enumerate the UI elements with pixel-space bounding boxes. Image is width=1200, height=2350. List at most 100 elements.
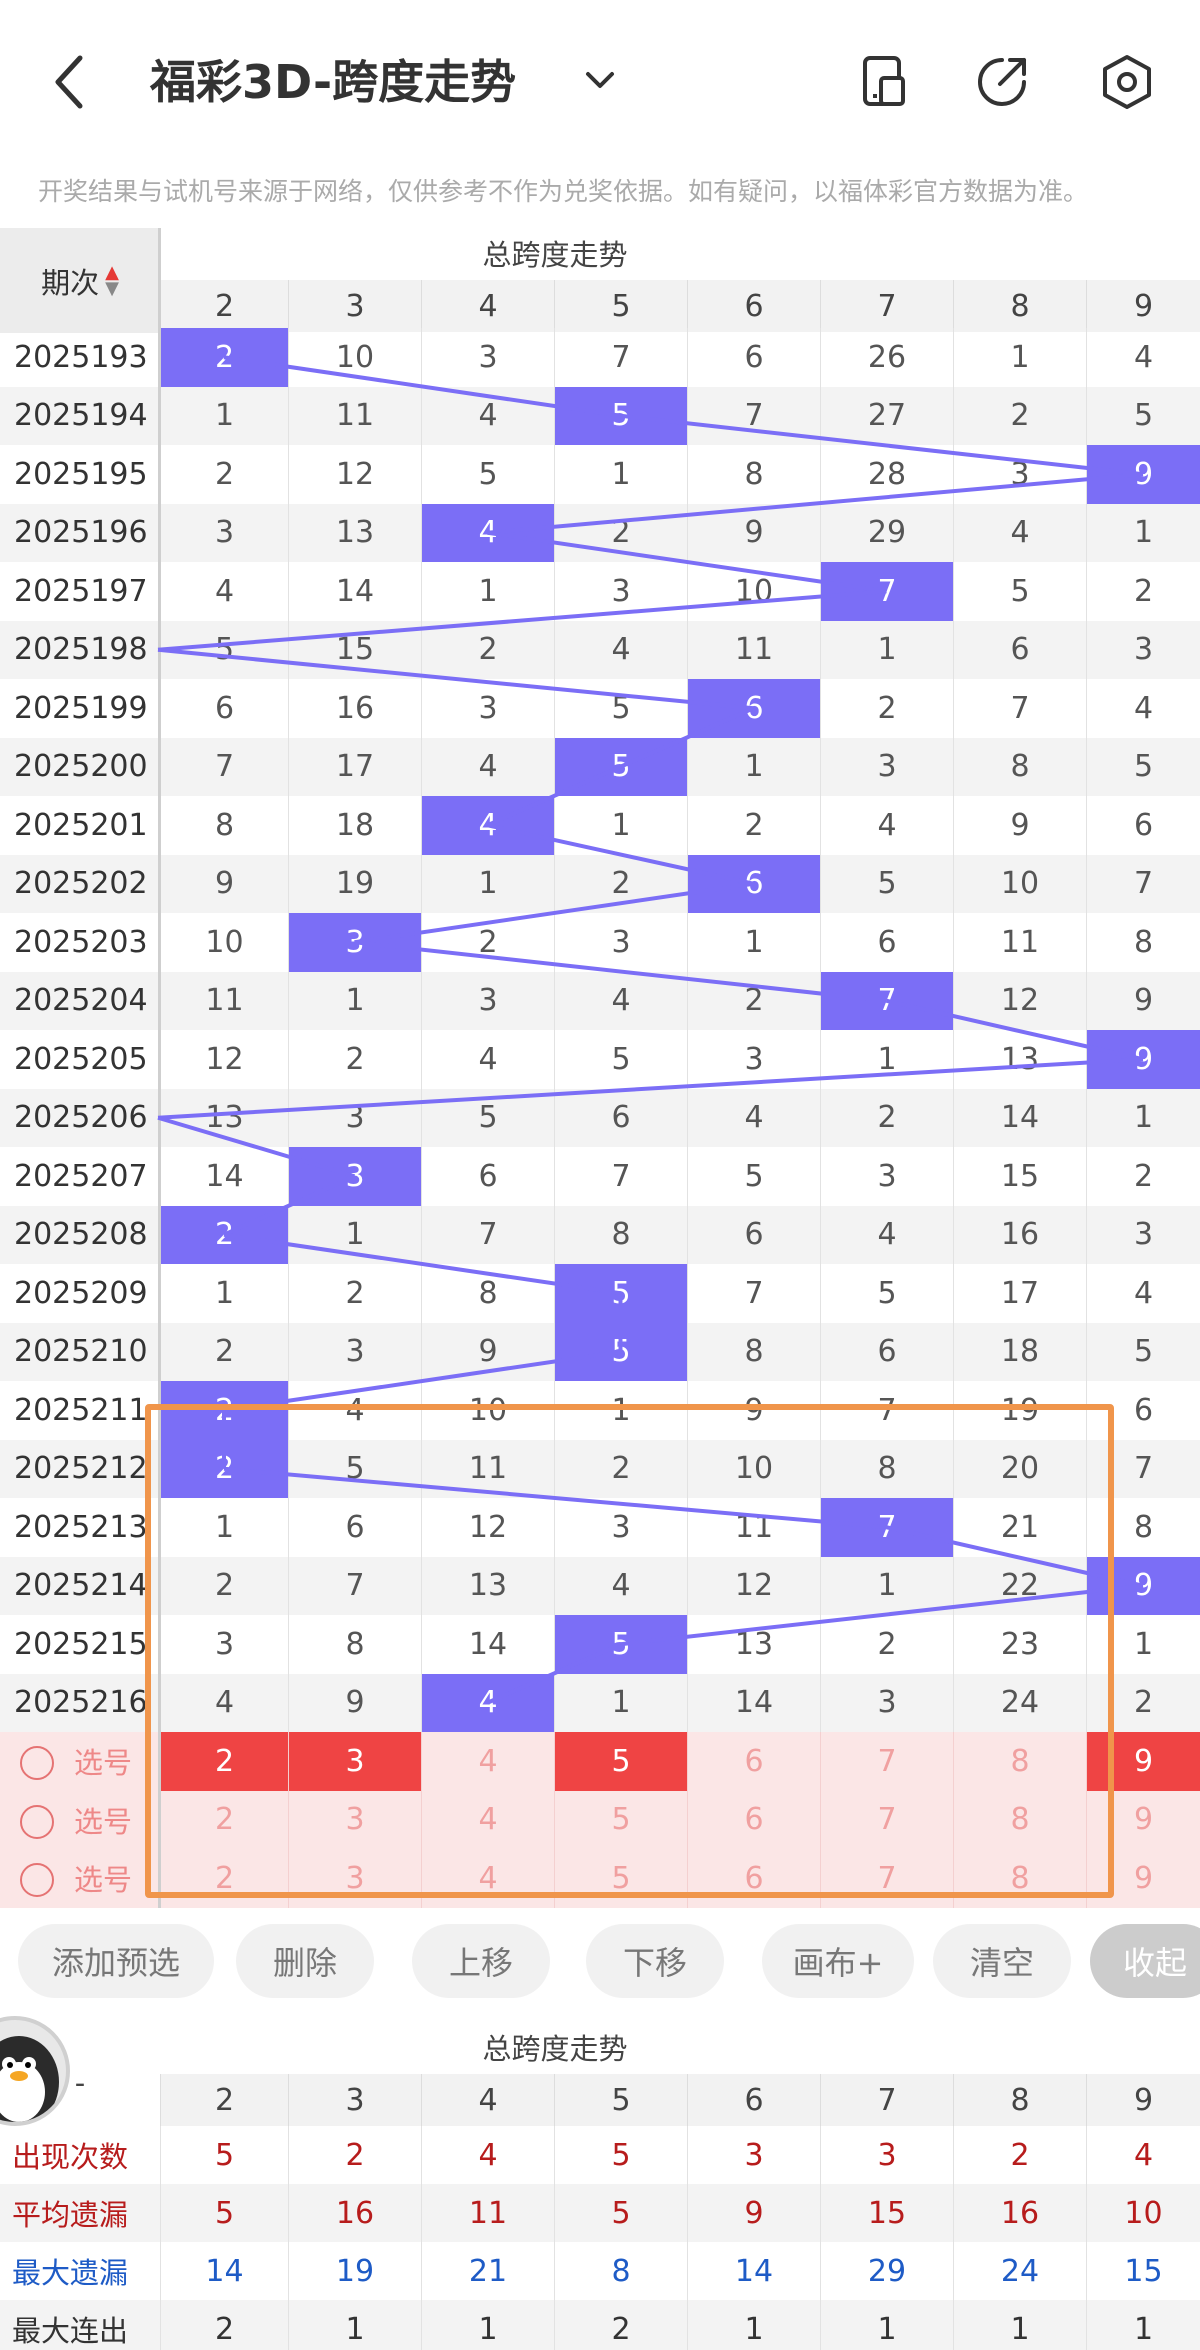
select-number-3[interactable]: 3 — [288, 1849, 421, 1908]
miss-cell: 1 — [554, 1673, 687, 1732]
miss-cell: 3 — [820, 737, 953, 796]
page-title[interactable]: 福彩3D-跨度走势 — [150, 52, 516, 112]
toolbar-button-4[interactable]: 画布+ — [762, 1924, 914, 1998]
settings-icon[interactable] — [1097, 52, 1157, 112]
table-row: 2025194 1 11 4 5 7 27 2 5 — [0, 386, 1200, 445]
select-radio[interactable] — [20, 1746, 54, 1780]
chevron-down-icon[interactable] — [580, 66, 620, 96]
select-radio[interactable] — [20, 1863, 54, 1897]
hit-cell: 2 — [160, 1381, 288, 1440]
select-label: 选号 — [74, 1804, 133, 1839]
miss-cell: 7 — [160, 737, 288, 796]
miss-cell: 13 — [687, 1615, 820, 1674]
share-icon[interactable] — [972, 52, 1032, 112]
miss-cell: 15 — [953, 1147, 1086, 1206]
column-header-6: 6 — [687, 280, 820, 332]
select-number-8[interactable]: 8 — [953, 1849, 1086, 1908]
stats-value: 1 — [953, 2300, 1086, 2350]
miss-cell: 7 — [687, 1264, 820, 1323]
section-title: 总跨度走势 — [482, 238, 628, 272]
toolbar-button-3[interactable]: 下移 — [586, 1924, 724, 1998]
hit-cell: 6 — [687, 679, 820, 738]
stats-value: 3 — [820, 2126, 953, 2184]
miss-cell: 2 — [1086, 1673, 1200, 1732]
select-number-7[interactable]: 7 — [820, 1849, 953, 1908]
select-number-6[interactable]: 6 — [687, 1732, 820, 1791]
select-number-5[interactable]: 5 — [554, 1732, 687, 1791]
table-row: 2025210 2 3 9 5 8 6 18 5 — [0, 1322, 1200, 1381]
select-number-2[interactable]: 2 — [160, 1790, 288, 1849]
table-row: 2025208 2 1 7 8 6 4 16 3 — [0, 1205, 1200, 1264]
period-label: 期次 — [41, 265, 100, 300]
select-number-2[interactable]: 2 — [160, 1732, 288, 1791]
miss-cell: 3 — [820, 1673, 953, 1732]
select-number-8[interactable]: 8 — [953, 1790, 1086, 1849]
hit-cell: 9 — [1086, 1556, 1200, 1615]
period-number: 2025210 — [14, 1334, 148, 1370]
miss-cell: 11 — [421, 1439, 554, 1498]
select-number-4[interactable]: 4 — [421, 1790, 554, 1849]
miss-cell: 6 — [554, 1088, 687, 1147]
select-number-8[interactable]: 8 — [953, 1732, 1086, 1791]
miss-cell: 9 — [288, 1673, 421, 1732]
miss-cell: 13 — [953, 1030, 1086, 1089]
select-number-7[interactable]: 7 — [820, 1732, 953, 1791]
select-number-4[interactable]: 4 — [421, 1732, 554, 1791]
select-number-6[interactable]: 6 — [687, 1790, 820, 1849]
select-number-9[interactable]: 9 — [1086, 1790, 1200, 1849]
toolbar-button-6[interactable]: 收起 — [1090, 1924, 1200, 1998]
stats-value: 5 — [554, 2184, 687, 2242]
miss-cell: 10 — [160, 913, 288, 972]
select-number-3[interactable]: 3 — [288, 1790, 421, 1849]
select-label: 选号 — [74, 1863, 133, 1898]
select-radio[interactable] — [20, 1804, 54, 1839]
select-number-5[interactable]: 5 — [554, 1790, 687, 1849]
period-number: 2025215 — [14, 1626, 148, 1662]
stats-column-header-6: 6 — [687, 2074, 820, 2126]
table-row: 2025203 10 3 2 3 1 6 11 8 — [0, 913, 1200, 972]
select-number-2[interactable]: 2 — [160, 1849, 288, 1908]
miss-cell: 5 — [820, 854, 953, 913]
period-number: 2025211 — [14, 1392, 148, 1428]
select-number-5[interactable]: 5 — [554, 1849, 687, 1908]
period-column-header[interactable]: 期次 ▲ ▼ — [0, 228, 160, 333]
miss-cell: 2 — [160, 1556, 288, 1615]
select-number-3[interactable]: 3 — [288, 1732, 421, 1791]
period-number: 2025199 — [14, 690, 148, 726]
miss-cell: 2 — [820, 679, 953, 738]
stats-value: 2 — [288, 2126, 421, 2184]
miss-cell: 10 — [288, 328, 421, 387]
miss-cell: 10 — [421, 1381, 554, 1440]
stats-value: 9 — [687, 2184, 820, 2242]
select-number-6[interactable]: 6 — [687, 1849, 820, 1908]
table-row: 2025211 2 4 10 1 9 7 19 6 — [0, 1381, 1200, 1440]
toolbar-button-1[interactable]: 删除 — [236, 1924, 374, 1998]
column-header-5: 5 — [554, 280, 687, 332]
sort-icon[interactable]: ▲ ▼ — [105, 263, 119, 297]
miss-cell: 18 — [953, 1322, 1086, 1381]
select-number-7[interactable]: 7 — [820, 1790, 953, 1849]
miss-cell: 2 — [554, 503, 687, 562]
select-row: 选号 2 3 4 5 6 7 8 9 — [0, 1849, 1200, 1908]
period-number: 2025197 — [14, 573, 148, 609]
stats-value: 1 — [820, 2300, 953, 2350]
back-arrow-icon[interactable] — [50, 52, 90, 112]
hit-cell: 5 — [554, 1615, 687, 1674]
toolbar-button-5[interactable]: 清空 — [933, 1924, 1071, 1998]
miss-cell: 3 — [1086, 1205, 1200, 1264]
select-number-9[interactable]: 9 — [1086, 1732, 1200, 1791]
stats-value: 2 — [953, 2126, 1086, 2184]
table-row: 2025209 1 2 8 5 7 5 17 4 — [0, 1264, 1200, 1323]
miss-cell: 6 — [288, 1498, 421, 1557]
miss-cell: 1 — [160, 386, 288, 445]
period-number: 2025203 — [14, 924, 148, 960]
miss-cell: 6 — [1086, 1381, 1200, 1440]
phone-layout-icon[interactable] — [855, 52, 915, 112]
toolbar-button-2[interactable]: 上移 — [412, 1924, 550, 1998]
hit-cell: 7 — [820, 562, 953, 621]
toolbar-button-0[interactable]: 添加预选 — [18, 1924, 214, 1998]
miss-cell: 5 — [421, 1088, 554, 1147]
miss-cell: 7 — [1086, 1439, 1200, 1498]
select-number-4[interactable]: 4 — [421, 1849, 554, 1908]
select-number-9[interactable]: 9 — [1086, 1849, 1200, 1908]
